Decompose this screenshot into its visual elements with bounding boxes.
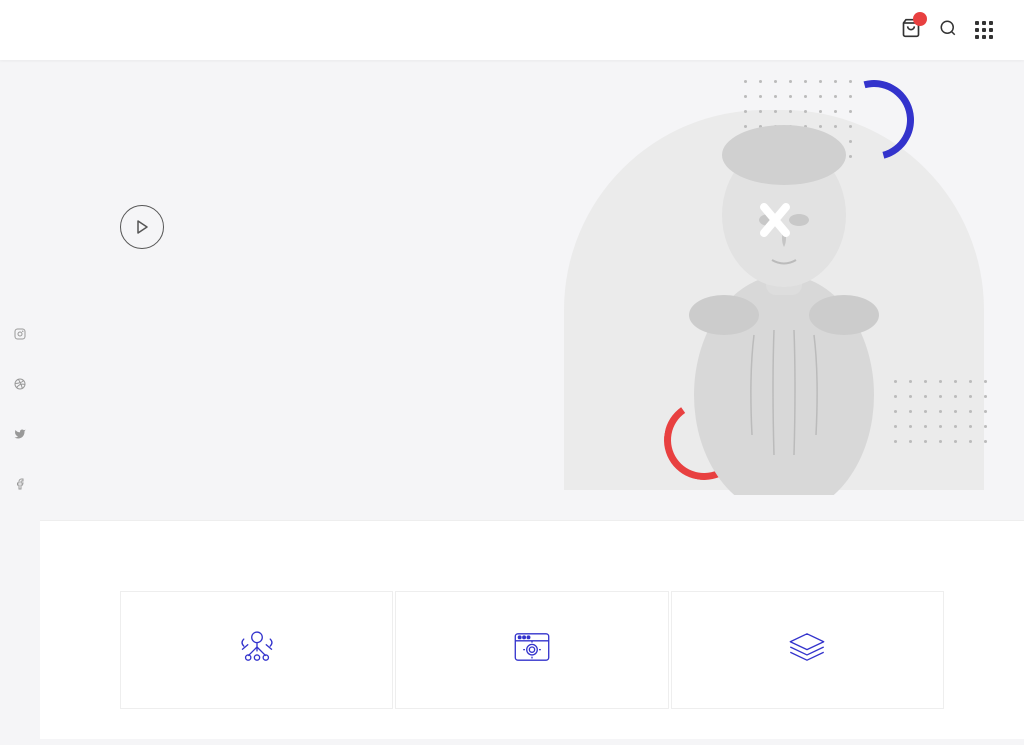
twitter-icon bbox=[14, 428, 26, 443]
hero-section: const dg = document.querySelector('.dot-… bbox=[40, 60, 1024, 520]
feature-endless bbox=[120, 591, 393, 709]
sidebar-social bbox=[0, 80, 40, 745]
instagram-icon bbox=[14, 328, 26, 343]
statue-svg bbox=[644, 75, 924, 495]
navbar-actions bbox=[901, 18, 994, 43]
search-button[interactable] bbox=[939, 19, 957, 42]
grid-menu-button[interactable] bbox=[975, 21, 994, 40]
endless-icon bbox=[232, 622, 282, 672]
features-grid bbox=[120, 591, 944, 709]
hero-image-area: const dg = document.querySelector('.dot-… bbox=[444, 60, 1024, 520]
cart-button[interactable] bbox=[901, 18, 921, 43]
social-instagram[interactable] bbox=[14, 328, 26, 348]
social-dribbble[interactable] bbox=[14, 378, 26, 398]
dribbble-icon bbox=[14, 378, 26, 393]
updates-icon bbox=[782, 622, 832, 672]
code-icon bbox=[507, 622, 557, 672]
about-section bbox=[40, 520, 1024, 739]
navbar bbox=[0, 0, 1024, 60]
watch-intro-button[interactable] bbox=[120, 205, 520, 249]
play-icon bbox=[120, 205, 164, 249]
statue-image bbox=[624, 70, 944, 500]
feature-code bbox=[395, 591, 668, 709]
hero-content bbox=[120, 110, 520, 249]
social-twitter[interactable] bbox=[14, 428, 26, 448]
social-facebook[interactable] bbox=[14, 478, 26, 498]
cart-badge bbox=[913, 12, 927, 26]
feature-updates bbox=[671, 591, 944, 709]
facebook-icon bbox=[14, 478, 26, 493]
